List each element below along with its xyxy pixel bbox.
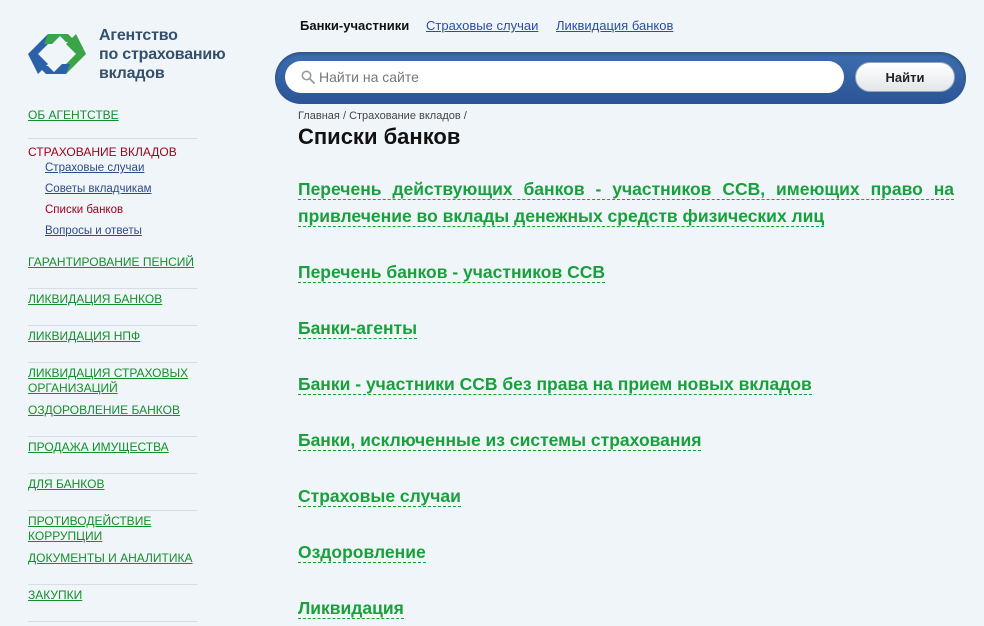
sidebar-divider xyxy=(28,288,198,289)
search-icon xyxy=(301,70,315,84)
search-button[interactable]: Найти xyxy=(855,62,955,92)
list-item-label: Перечень действующих банков - участников… xyxy=(298,179,954,227)
list-item[interactable]: Перечень действующих банков - участников… xyxy=(298,176,954,230)
list-item[interactable]: Банки - участники ССВ без права на прием… xyxy=(298,371,954,398)
sidebar-divider xyxy=(28,510,198,511)
list-item[interactable]: Перечень банков - участников ССВ xyxy=(298,259,954,286)
sidebar-item-label[interactable]: ДЛЯ БАНКОВ xyxy=(28,477,198,492)
sidebar-item-insurer-liquidation[interactable]: ЛИКВИДАЦИЯ СТРАХОВЫХ ОРГАНИЗАЦИЙ xyxy=(28,366,198,396)
logo-text: Агентство по страхованию вкладов xyxy=(99,27,226,82)
sidebar-item-label[interactable]: ЛИКВИДАЦИЯ БАНКОВ xyxy=(28,292,198,307)
sidebar-divider xyxy=(28,436,198,437)
sidebar-item-for-banks[interactable]: ДЛЯ БАНКОВ xyxy=(28,477,198,492)
top-link-bank-liquidation[interactable]: Ликвидация банков xyxy=(556,18,673,33)
sidebar-subitem-bank-lists[interactable]: Списки банков xyxy=(45,203,123,217)
sidebar-item-label[interactable]: ПРОДАЖА ИМУЩЕСТВА xyxy=(28,440,198,455)
sidebar-subitem-insurance-cases[interactable]: Страховые случаи xyxy=(45,161,144,175)
sidebar-divider xyxy=(28,584,198,585)
list-item-label: Банки - участники ССВ без права на прием… xyxy=(298,374,812,395)
sidebar-item-pension-guarantee[interactable]: ГАРАНТИРОВАНИЕ ПЕНСИЙ xyxy=(28,255,198,270)
list-item-label: Оздоровление xyxy=(298,542,426,563)
sidebar-item-label[interactable]: ОЗДОРОВЛЕНИЕ БАНКОВ xyxy=(28,403,198,418)
sidebar-subitem-depositor-tips[interactable]: Советы вкладчикам xyxy=(45,182,152,196)
top-link-banks-participants[interactable]: Банки-участники xyxy=(300,18,409,33)
sidebar-item-bank-liquidation[interactable]: ЛИКВИДАЦИЯ БАНКОВ xyxy=(28,292,198,307)
sidebar-item-documents[interactable]: ДОКУМЕНТЫ И АНАЛИТИКА xyxy=(28,551,198,566)
sidebar-item-about[interactable]: ОБ АГЕНТСТВЕ xyxy=(28,108,198,123)
list-item[interactable]: Страховые случаи xyxy=(298,483,954,510)
search-bar: Найти xyxy=(275,52,966,104)
breadcrumb-separator: / xyxy=(342,110,346,122)
sidebar-item-label[interactable]: ЛИКВИДАЦИЯ СТРАХОВЫХ ОРГАНИЗАЦИЙ xyxy=(28,366,198,396)
sidebar-divider xyxy=(28,362,198,363)
sidebar-item-label[interactable]: ОБ АГЕНТСТВЕ xyxy=(28,108,198,123)
list-item-label: Банки, исключенные из системы страховани… xyxy=(298,430,702,451)
list-item[interactable]: Оздоровление xyxy=(298,539,954,566)
sidebar-item-label[interactable]: СТРАХОВАНИЕ ВКЛАДОВ xyxy=(28,145,198,160)
sidebar-item-label[interactable]: ГАРАНТИРОВАНИЕ ПЕНСИЙ xyxy=(28,255,198,270)
sidebar-divider xyxy=(28,325,198,326)
list-item[interactable]: Ликвидация xyxy=(298,595,954,622)
page-title: Списки банков xyxy=(298,124,461,149)
breadcrumb-home[interactable]: Главная xyxy=(298,110,340,122)
sidebar-item-property-sale[interactable]: ПРОДАЖА ИМУЩЕСТВА xyxy=(28,440,198,455)
breadcrumb: Главная / Страхование вкладов / xyxy=(298,110,467,122)
sidebar-divider xyxy=(28,621,198,622)
sidebar-subitem-faq[interactable]: Вопросы и ответы xyxy=(45,224,142,238)
sidebar-item-label[interactable]: ЗАКУПКИ xyxy=(28,588,198,603)
list-item-label: Ликвидация xyxy=(298,598,404,619)
breadcrumb-deposit-insurance[interactable]: Страхование вкладов xyxy=(349,110,461,122)
list-item-label: Страховые случаи xyxy=(298,486,461,507)
list-item-label: Банки-агенты xyxy=(298,318,418,339)
list-item[interactable]: Банки, исключенные из системы страховани… xyxy=(298,427,954,454)
logo-emblem-icon xyxy=(28,34,86,74)
search-input[interactable] xyxy=(319,61,829,93)
sidebar-divider xyxy=(28,473,198,474)
sidebar-item-label[interactable]: ДОКУМЕНТЫ И АНАЛИТИКА xyxy=(28,551,198,566)
list-item[interactable]: Банки-агенты xyxy=(298,315,954,342)
sidebar-item-procurement[interactable]: ЗАКУПКИ xyxy=(28,588,198,603)
list-item-label: Перечень банков - участников ССВ xyxy=(298,262,606,283)
sidebar-item-deposit-insurance[interactable]: СТРАХОВАНИЕ ВКЛАДОВ xyxy=(28,145,198,160)
breadcrumb-separator: / xyxy=(463,110,467,122)
sidebar-item-label[interactable]: ПРОТИВОДЕЙСТВИЕ КОРРУПЦИИ xyxy=(28,514,198,544)
sidebar-divider xyxy=(28,138,198,139)
site-logo[interactable]: Агентство по страхованию вкладов xyxy=(26,26,246,86)
top-link-insurance-cases[interactable]: Страховые случаи xyxy=(426,18,538,33)
search-field xyxy=(285,61,844,93)
sidebar-item-label[interactable]: ЛИКВИДАЦИЯ НПФ xyxy=(28,329,198,344)
sidebar-item-npf-liquidation[interactable]: ЛИКВИДАЦИЯ НПФ xyxy=(28,329,198,344)
sidebar-item-bank-recovery[interactable]: ОЗДОРОВЛЕНИЕ БАНКОВ xyxy=(28,403,198,418)
sidebar-item-anti-corruption[interactable]: ПРОТИВОДЕЙСТВИЕ КОРРУПЦИИ xyxy=(28,514,198,544)
